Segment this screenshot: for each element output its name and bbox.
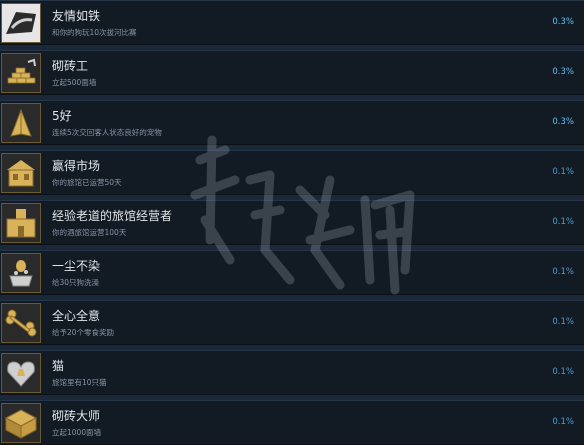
achievement-title: 砌砖工	[52, 59, 89, 73]
unlock-percentage: 0.1%	[552, 267, 574, 277]
brick-stack-icon	[1, 53, 41, 93]
achievement-description: 立起1000面墙	[52, 428, 102, 437]
bone-treat-icon	[1, 303, 41, 343]
hotel-building-icon	[1, 203, 41, 243]
achievement-row: 5好连续5次交回客人状态良好的宠物 0.3%	[0, 100, 584, 145]
achievement-description: 给30只狗洗澡	[52, 278, 100, 287]
achievement-title: 一尘不染	[52, 259, 101, 273]
cat-heart-icon	[1, 353, 41, 393]
achievement-row: 赢得市场你的旅馆已运营50天 0.1%	[0, 150, 584, 195]
achievement-description: 和你的狗玩10次拔河比赛	[52, 28, 137, 37]
achievement-row: 经验老道的旅馆经营者你的酒旅馆运营100天 0.1%	[0, 200, 584, 245]
achievement-description: 你的旅馆已运营50天	[52, 178, 122, 187]
achievement-row: 一尘不染给30只狗洗澡 0.1%	[0, 250, 584, 295]
achievement-row: 砌砖大师立起1000面墙 0.1%	[0, 400, 584, 445]
market-building-icon	[1, 153, 41, 193]
achievement-description: 给予20个零食奖励	[52, 328, 115, 337]
unlock-percentage: 0.3%	[552, 17, 574, 27]
achievement-row: 友情如铁和你的狗玩10次拔河比赛 0.3%	[0, 0, 584, 45]
brick-master-icon	[1, 403, 41, 443]
achievement-description: 连续5次交回客人状态良好的宠物	[52, 128, 162, 137]
unlock-percentage: 0.1%	[552, 417, 574, 427]
unlock-percentage: 0.1%	[552, 367, 574, 377]
achievement-description: 立起500面墙	[52, 78, 97, 87]
achievement-title: 5好	[52, 109, 72, 123]
unlock-percentage: 0.3%	[552, 117, 574, 127]
iron-friendship-icon	[1, 3, 41, 43]
praying-hands-icon	[1, 103, 41, 143]
achievement-title: 友情如铁	[52, 9, 101, 23]
achievement-title: 赢得市场	[52, 159, 101, 173]
unlock-percentage: 0.1%	[552, 217, 574, 227]
achievement-title: 全心全意	[52, 309, 101, 323]
unlock-percentage: 0.1%	[552, 167, 574, 177]
achievement-row: 砌砖工立起500面墙 0.3%	[0, 50, 584, 95]
achievement-title: 经验老道的旅馆经营者	[52, 209, 173, 223]
unlock-percentage: 0.1%	[552, 317, 574, 327]
achievement-row: 全心全意给予20个零食奖励 0.1%	[0, 300, 584, 345]
achievement-title: 砌砖大师	[52, 409, 101, 423]
bath-dog-icon	[1, 253, 41, 293]
achievement-description: 你的酒旅馆运营100天	[52, 228, 127, 237]
unlock-percentage: 0.3%	[552, 67, 574, 77]
achievement-row: 猫旅馆里有10只猫 0.1%	[0, 350, 584, 395]
achievement-title: 猫	[52, 359, 65, 373]
achievement-description: 旅馆里有10只猫	[52, 378, 107, 387]
